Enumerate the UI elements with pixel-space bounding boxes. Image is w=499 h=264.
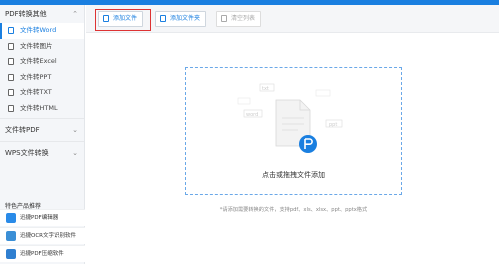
- promo-item-label: 迅捷PDF压缩软件: [20, 251, 64, 257]
- dropzone-text: 点击或拖拽文件添加: [262, 171, 325, 179]
- file-illustration-icon: txt word ppt: [237, 83, 343, 153]
- trash-icon: [221, 15, 227, 22]
- pdf-compress-icon: [6, 249, 16, 259]
- add-folder-label: 添加文件夹: [170, 15, 201, 22]
- chevron-down-icon: ⌄: [72, 149, 78, 157]
- sidebar-section-label: PDF转换其他: [5, 10, 47, 18]
- sidebar-item-ppt[interactable]: 文件转PPT: [0, 70, 84, 86]
- divider: [0, 118, 84, 119]
- add-folder-icon: [160, 15, 166, 22]
- sidebar-item-image[interactable]: 文件转图片: [0, 39, 84, 55]
- file-icon: [8, 73, 14, 81]
- sidebar-section-pdf-to-other[interactable]: PDF转换其他 ⌃: [0, 5, 84, 23]
- sidebar-item-txt[interactable]: 文件转TXT: [0, 85, 84, 101]
- sidebar-item-label: 文件转HTML: [20, 103, 58, 112]
- chevron-up-icon: ⌃: [72, 10, 78, 18]
- sidebar-item-html[interactable]: 文件转HTML: [0, 101, 84, 117]
- promo-item-label: 迅捷PDF编辑器: [20, 215, 59, 221]
- tag-ppt: ppt: [329, 122, 337, 128]
- promo-item-ocr[interactable]: 迅捷OCR文字识别软件: [0, 227, 85, 244]
- ocr-icon: [6, 231, 16, 241]
- highlight-box: [95, 9, 151, 31]
- file-icon: [8, 42, 14, 50]
- sidebar-item-label: 文件转Word: [20, 26, 57, 34]
- sidebar-item-label: 文件转PPT: [20, 72, 52, 81]
- sidebar-section-wps[interactable]: WPS文件转换 ⌄: [0, 144, 84, 162]
- file-icon: [8, 89, 14, 96]
- chevron-down-icon: ⌄: [72, 126, 78, 134]
- pdf-editor-icon: [6, 213, 16, 223]
- sidebar: PDF转换其他 ⌃ 文件转Word 文件转图片 文件转Excel 文件转PPT …: [0, 5, 85, 264]
- promo-item-label: 迅捷OCR文字识别软件: [20, 233, 76, 239]
- file-icon: [8, 104, 14, 112]
- divider: [0, 141, 84, 142]
- sidebar-item-label: 文件转图片: [20, 41, 53, 50]
- clear-list-button[interactable]: 清空列表: [216, 11, 262, 27]
- supported-formats-hint: *请添加需要转换的文件，支持pdf、xls、xlsx、ppt、pptx格式: [219, 207, 368, 213]
- clear-list-label: 清空列表: [231, 15, 256, 22]
- tag-txt: txt: [262, 86, 269, 92]
- promo-item-pdf-compress[interactable]: 迅捷PDF压缩软件: [0, 245, 85, 262]
- file-icon: [8, 27, 14, 34]
- sidebar-section-label: WPS文件转换: [5, 149, 49, 157]
- sidebar-item-label: 文件转TXT: [20, 88, 52, 96]
- promo-item-pdf-editor[interactable]: 迅捷PDF编辑器: [0, 209, 85, 226]
- sidebar-section-label: 文件转PDF: [5, 126, 40, 134]
- sidebar-item-excel[interactable]: 文件转Excel: [0, 54, 84, 70]
- sidebar-item-label: 文件转Excel: [20, 57, 57, 65]
- sidebar-item-word[interactable]: 文件转Word: [0, 23, 84, 39]
- sidebar-section-file-to-pdf[interactable]: 文件转PDF ⌄: [0, 121, 84, 139]
- add-folder-button[interactable]: 添加文件夹: [155, 11, 207, 27]
- file-icon: [8, 58, 14, 65]
- tag-word: word: [246, 112, 258, 118]
